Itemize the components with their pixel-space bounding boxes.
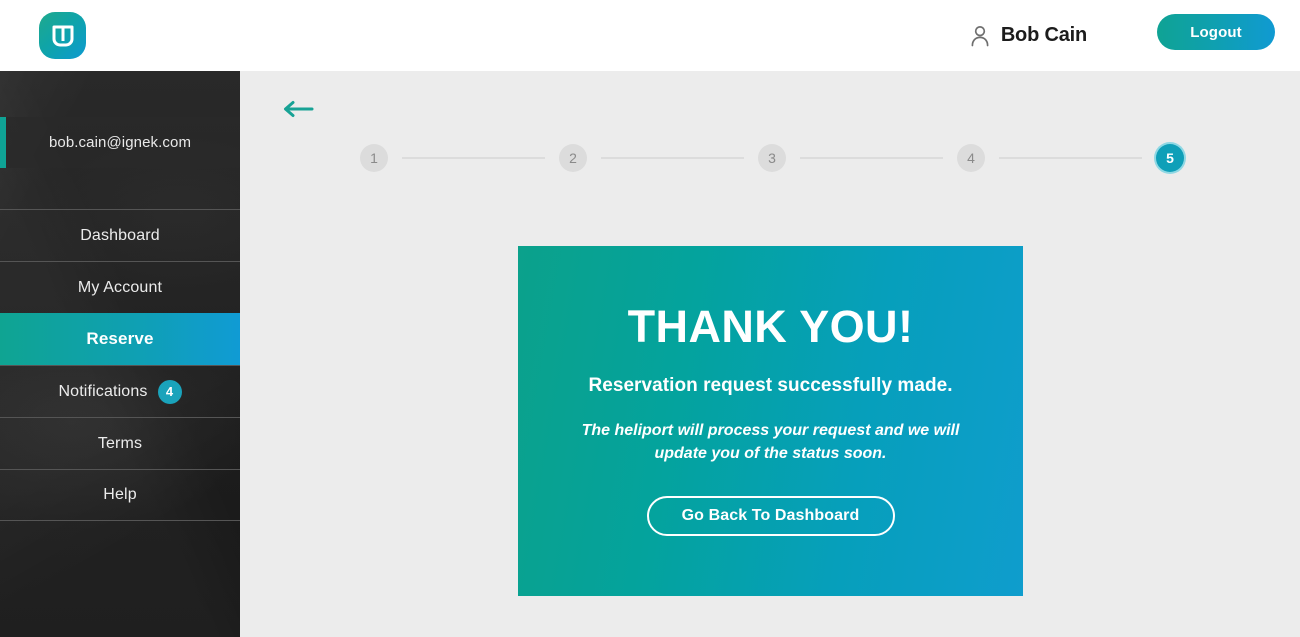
user-name: Bob Cain	[1000, 24, 1087, 46]
sidebar-item-my-account[interactable]: My Account	[0, 261, 240, 313]
step-3[interactable]: 3	[758, 144, 786, 172]
sidebar-item-label: My Account	[77, 278, 163, 296]
arrow-left-icon	[282, 101, 314, 123]
sidebar-user-email: bob.cain@ignek.com	[0, 117, 240, 168]
step-5[interactable]: 5	[1156, 144, 1184, 172]
sidebar-item-terms[interactable]: Terms	[0, 417, 240, 469]
step-1[interactable]: 1	[360, 144, 388, 172]
step-connector	[800, 157, 943, 159]
notifications-badge: 4	[157, 379, 182, 404]
sidebar-item-label: Help	[103, 486, 137, 503]
main-content: 1 2 3 4 5 THANK YOU! Reservation request…	[240, 71, 1300, 637]
sidebar-email-accent-bar	[0, 117, 6, 168]
card-title: THANK YOU!	[627, 301, 914, 352]
app-logo[interactable]	[39, 12, 86, 59]
step-4[interactable]: 4	[957, 144, 985, 172]
card-subtitle: Reservation request successfully made.	[588, 375, 953, 396]
w-logo-icon	[51, 25, 75, 47]
sidebar-item-label: Dashboard	[80, 226, 160, 244]
step-progress: 1 2 3 4 5	[360, 144, 1184, 172]
sidebar-item-reserve[interactable]: Reserve	[0, 313, 240, 365]
step-connector	[999, 157, 1142, 159]
sidebar-item-label: Reserve	[86, 329, 154, 348]
app-root: Bob Cain Logout bob.cain@ignek.com Dashb…	[0, 0, 1300, 637]
thank-you-card: THANK YOU! Reservation request successfu…	[518, 246, 1023, 596]
step-connector	[601, 157, 744, 159]
card-note: The heliport will process your request a…	[581, 422, 960, 462]
person-icon	[970, 25, 990, 47]
step-2[interactable]: 2	[559, 144, 587, 172]
sidebar-item-notifications[interactable]: Notifications 4	[0, 365, 240, 417]
sidebar-item-label: Notifications	[58, 382, 148, 400]
sidebar-email-text: bob.cain@ignek.com	[48, 134, 192, 151]
logout-button[interactable]: Logout	[1157, 14, 1275, 50]
sidebar-item-dashboard[interactable]: Dashboard	[0, 209, 240, 261]
sidebar-item-help[interactable]: Help	[0, 469, 240, 521]
sidebar: bob.cain@ignek.com Dashboard My Account …	[0, 71, 240, 637]
sidebar-item-label: Terms	[97, 434, 143, 452]
sidebar-top-spacer	[0, 71, 240, 117]
step-connector	[402, 157, 545, 159]
back-button[interactable]	[282, 99, 314, 119]
user-block[interactable]: Bob Cain	[970, 0, 1087, 71]
top-header: Bob Cain Logout	[0, 0, 1300, 71]
go-back-to-dashboard-button[interactable]: Go Back To Dashboard	[646, 496, 895, 537]
